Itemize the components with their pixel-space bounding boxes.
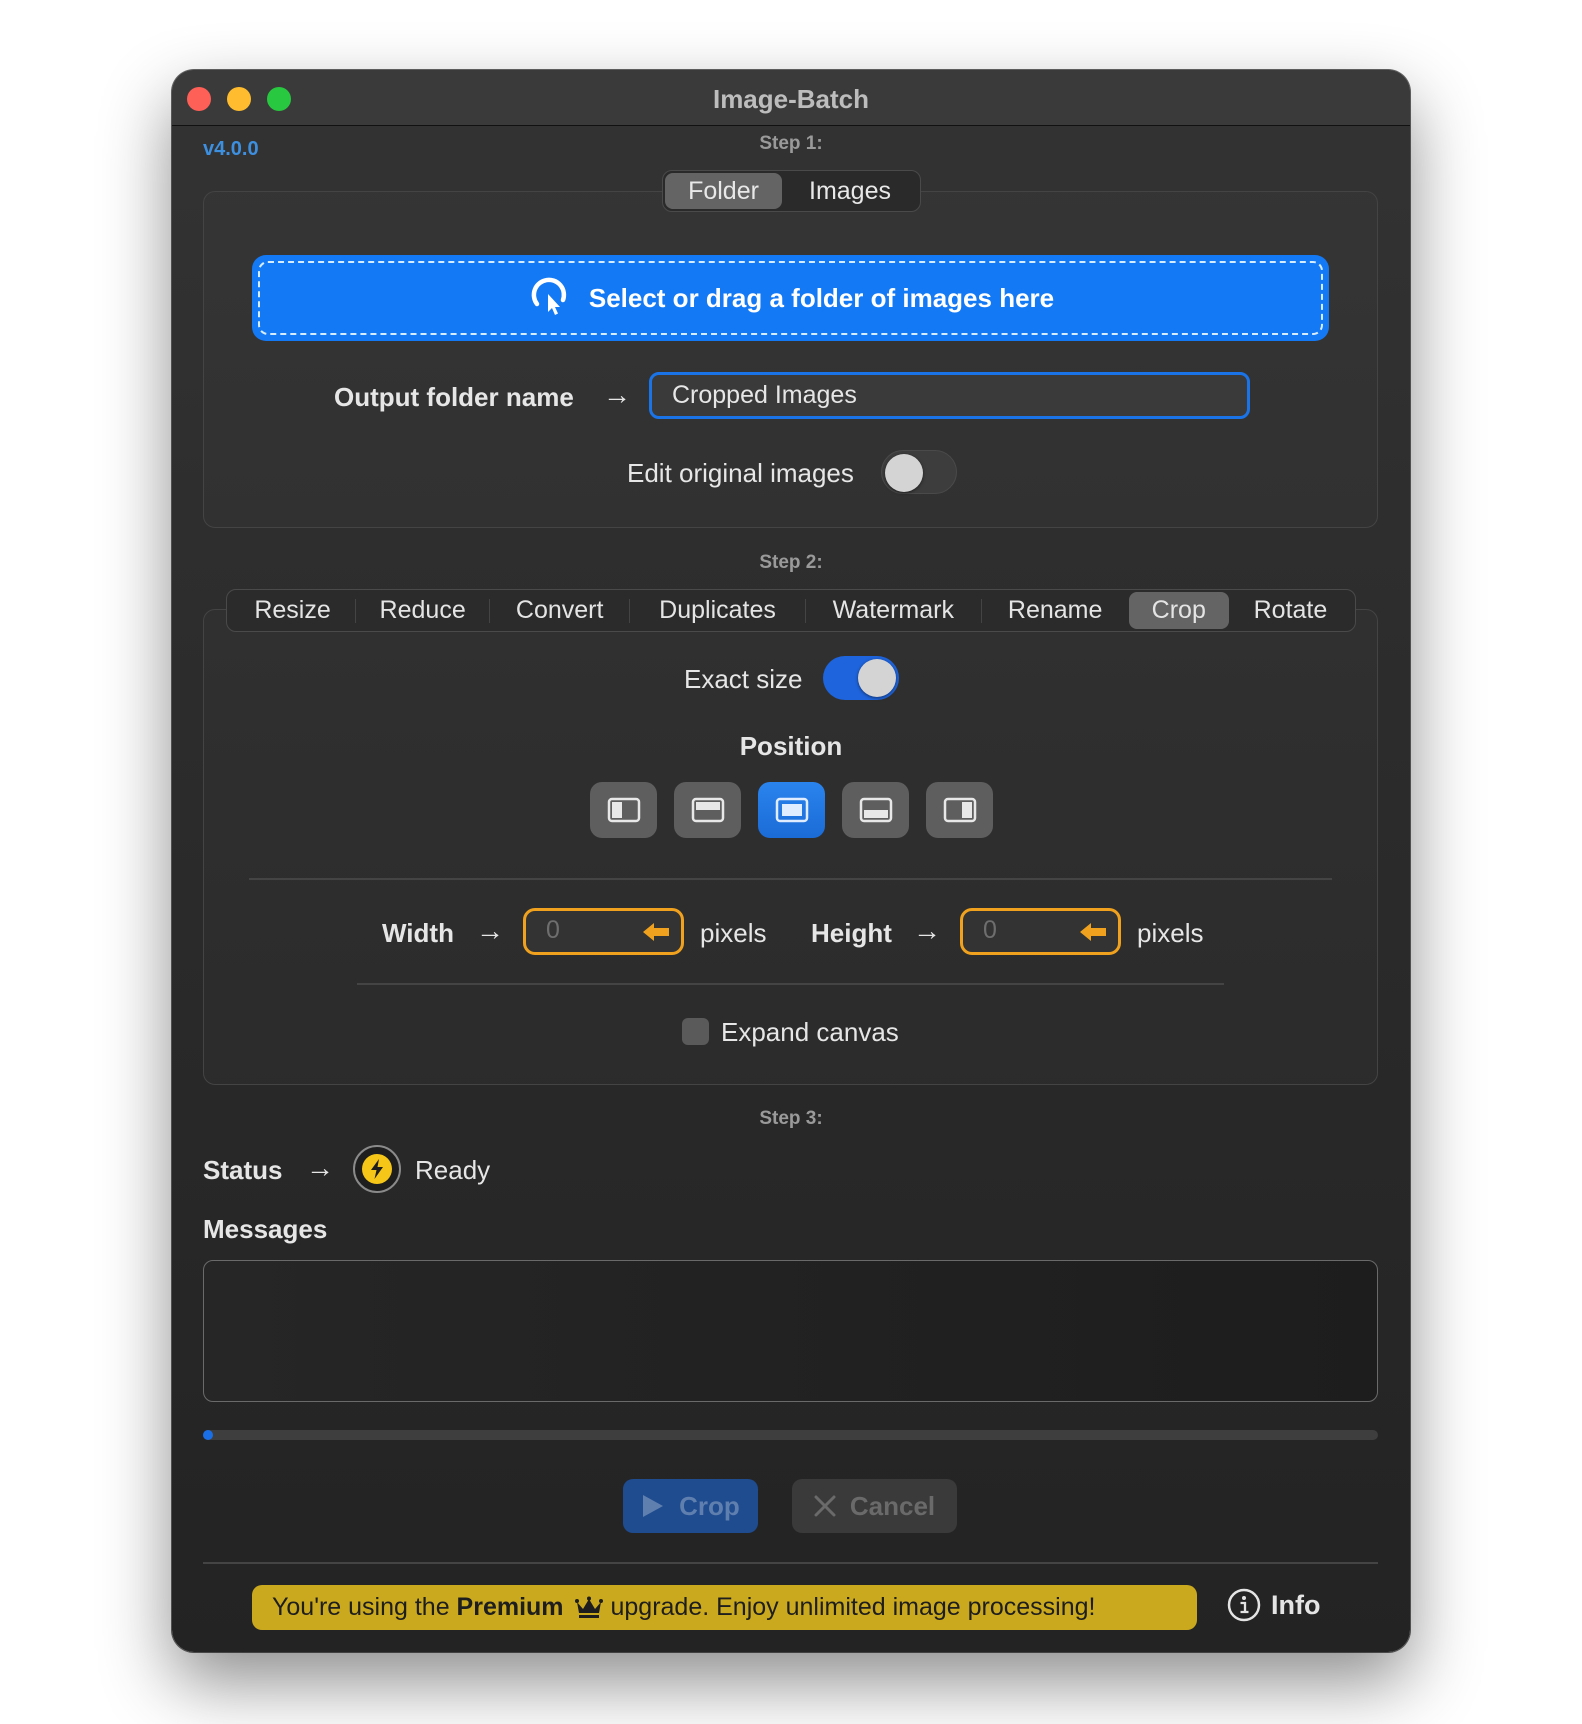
- segment-folder[interactable]: Folder: [665, 173, 782, 209]
- select-cursor-icon: [527, 274, 571, 323]
- align-right-icon: [943, 797, 976, 823]
- messages-box[interactable]: [203, 1260, 1378, 1402]
- app-window: Image-Batch v4.0.0 Step 1: Folder Images…: [172, 70, 1410, 1652]
- step3-label: Step 3:: [759, 1108, 823, 1129]
- output-folder-label: Output folder name: [334, 382, 574, 412]
- lightning-bolt-icon: [371, 1159, 383, 1179]
- position-label: Position: [739, 731, 843, 761]
- messages-label: Messages: [203, 1214, 328, 1244]
- play-icon: [643, 1495, 664, 1517]
- exact-size-label: Exact size: [684, 664, 803, 694]
- width-label: Width: [382, 918, 454, 948]
- position-center-button[interactable]: [758, 782, 825, 838]
- status-value: Ready: [415, 1155, 491, 1185]
- toggle-knob: [885, 454, 923, 492]
- crown-icon: [574, 1596, 604, 1620]
- operation-tab-bar: Resize Reduce Convert Duplicates Waterma…: [226, 589, 1356, 632]
- arrow-left-fill-icon: [1080, 923, 1106, 941]
- dropzone-label: Select or drag a folder of images here: [588, 282, 1055, 313]
- output-folder-input[interactable]: Cropped Images: [649, 372, 1250, 419]
- premium-prefix: You're using the: [272, 1593, 457, 1621]
- info-button[interactable]: Info: [1227, 1588, 1320, 1622]
- cancel-label: Cancel: [849, 1490, 936, 1521]
- folder-dropzone[interactable]: Select or drag a folder of images here: [252, 255, 1329, 341]
- info-label: Info: [1271, 1589, 1321, 1620]
- tab-rotate[interactable]: Rotate: [1229, 592, 1352, 629]
- title-bar: Image-Batch: [172, 70, 1410, 126]
- close-icon: [814, 1495, 836, 1517]
- tab-reduce[interactable]: Reduce: [356, 592, 489, 629]
- run-crop-label: Crop: [679, 1490, 740, 1521]
- tab-duplicates[interactable]: Duplicates: [630, 592, 805, 629]
- segment-images[interactable]: Images: [782, 173, 918, 209]
- tab-resize[interactable]: Resize: [230, 592, 355, 629]
- align-center-icon: [775, 797, 808, 823]
- toggle-knob: [858, 659, 896, 697]
- height-unit-label: pixels: [1137, 918, 1204, 948]
- progress-fill: [203, 1430, 213, 1440]
- height-placeholder: 0: [983, 916, 997, 944]
- width-unit-label: pixels: [700, 918, 767, 948]
- position-bottom-button[interactable]: [842, 782, 909, 838]
- arrow-right-icon: →: [913, 915, 941, 946]
- divider: [357, 983, 1224, 985]
- tab-crop[interactable]: Crop: [1128, 592, 1229, 629]
- arrow-left-fill-icon: [643, 923, 669, 941]
- edit-original-label: Edit original images: [627, 458, 854, 488]
- width-placeholder: 0: [546, 916, 560, 944]
- divider: [203, 1562, 1378, 1564]
- premium-word: Premium: [456, 1593, 564, 1621]
- arrow-right-icon: →: [603, 379, 631, 410]
- premium-banner: You're using the Premium upgrade. Enjoy …: [252, 1585, 1197, 1630]
- expand-canvas-checkbox[interactable]: [682, 1018, 709, 1045]
- position-right-button[interactable]: [926, 782, 993, 838]
- height-label: Height: [811, 918, 892, 948]
- step2-label: Step 2:: [759, 552, 823, 573]
- status-indicator: [353, 1145, 401, 1193]
- arrow-right-icon: →: [306, 1152, 334, 1183]
- arrow-right-icon: →: [476, 915, 504, 946]
- exact-size-toggle[interactable]: [823, 656, 899, 700]
- tab-rename[interactable]: Rename: [982, 592, 1129, 629]
- tab-watermark[interactable]: Watermark: [806, 592, 981, 629]
- run-crop-button[interactable]: Crop: [623, 1479, 758, 1533]
- height-input[interactable]: 0: [960, 908, 1121, 955]
- align-left-icon: [607, 797, 640, 823]
- align-bottom-icon: [859, 797, 892, 823]
- tab-convert[interactable]: Convert: [490, 592, 629, 629]
- window-title: Image-Batch: [712, 84, 870, 114]
- premium-suffix: upgrade. Enjoy unlimited image processin…: [603, 1593, 1096, 1621]
- progress-bar: [203, 1430, 1378, 1440]
- source-mode-segmented: Folder Images: [662, 170, 921, 212]
- status-label: Status: [203, 1155, 283, 1185]
- cancel-button[interactable]: Cancel: [792, 1479, 957, 1533]
- divider: [249, 878, 1332, 880]
- position-left-button[interactable]: [590, 782, 657, 838]
- position-top-button[interactable]: [674, 782, 741, 838]
- width-input[interactable]: 0: [523, 908, 684, 955]
- align-top-icon: [691, 797, 724, 823]
- step1-label: Step 1:: [759, 133, 823, 154]
- expand-canvas-label: Expand canvas: [721, 1017, 899, 1047]
- info-icon: [1227, 1588, 1261, 1622]
- edit-original-toggle[interactable]: [881, 450, 957, 494]
